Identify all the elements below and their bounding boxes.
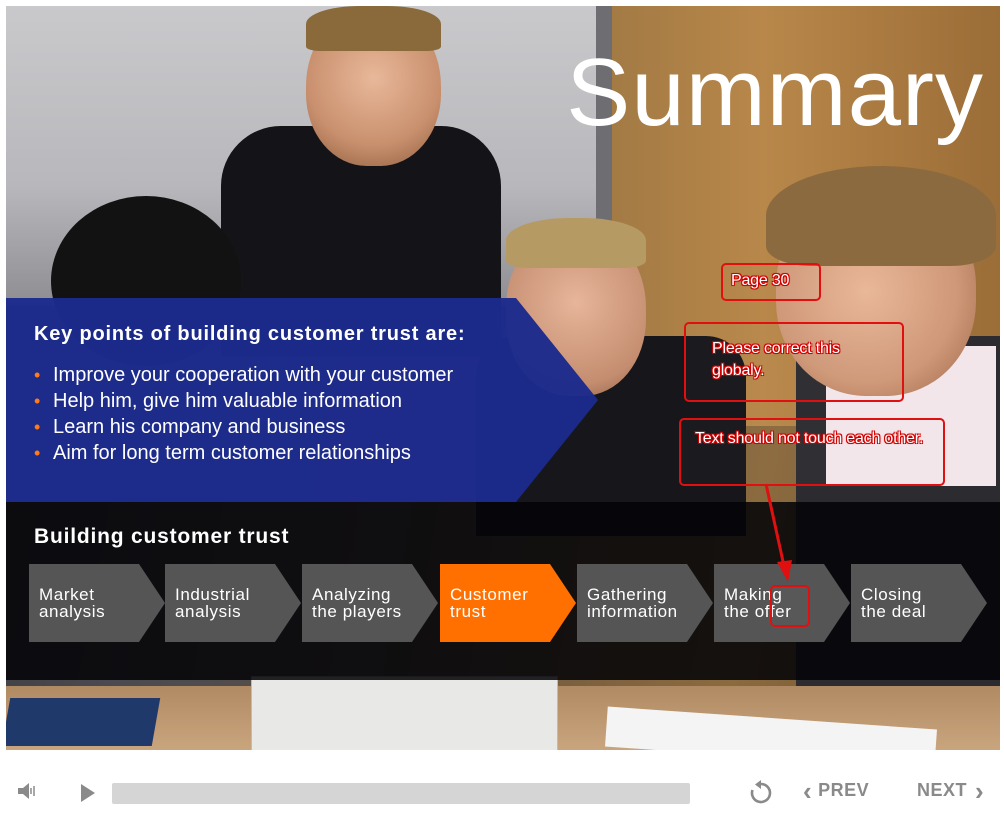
key-point-item: • Help him, give him valuable information (34, 390, 403, 412)
key-points-list: • Improve your cooperation with your cust… (34, 362, 453, 466)
annotation-spacing-note[interactable]: Text should not touch each other. (679, 418, 945, 486)
process-title: Building customer trust (34, 525, 290, 548)
replay-button[interactable] (748, 780, 774, 806)
chevron-left-icon: ‹ (803, 776, 813, 806)
annotation-highlight-box[interactable] (770, 585, 810, 627)
step-label: Customer trust (450, 585, 529, 621)
annotation-text: Please correct this globaly. (712, 340, 840, 379)
process-step-analyzing-players[interactable]: Analyzing the players (302, 564, 438, 642)
key-point-item: • Improve your cooperation with your cust… (34, 364, 454, 386)
next-label: NEXT (917, 780, 968, 800)
volume-button[interactable] (16, 780, 40, 802)
key-point-item: • Aim for long term customer relationship… (34, 442, 411, 464)
bullet-icon: • (34, 365, 41, 385)
photo-device (251, 676, 558, 750)
prev-button[interactable]: ‹ PREV (803, 778, 883, 806)
slide-title: Summary (566, 39, 984, 146)
progress-bar[interactable] (112, 783, 690, 804)
photo-folder (6, 698, 161, 746)
step-label: Gathering information (587, 585, 678, 621)
process-step-industrial-analysis[interactable]: Industrial analysis (165, 564, 301, 642)
player-controls: ‹ PREV NEXT › (0, 752, 1004, 816)
next-button[interactable]: NEXT › (917, 778, 997, 806)
play-button[interactable] (78, 782, 98, 804)
prev-label: PREV (818, 780, 870, 800)
annotation-global-note[interactable]: Please correct this globaly. (684, 322, 904, 402)
key-point-item: • Learn his company and business (34, 416, 346, 438)
step-label: Market analysis (39, 585, 106, 621)
chevron-right-icon: › (975, 776, 985, 806)
speaker-icon (18, 783, 35, 799)
slide: Summary Key points of building customer … (6, 6, 1000, 750)
key-points-heading: Key points of building customer trust ar… (34, 323, 466, 345)
annotation-text: Page 30 (731, 272, 790, 289)
process-step-market-analysis[interactable]: Market analysis (29, 564, 165, 642)
process-step-customer-trust[interactable]: Customer trust (440, 564, 576, 642)
bullet-icon: • (34, 391, 41, 411)
step-label: Closing the deal (861, 585, 927, 621)
annotation-page-note[interactable]: Page 30 (721, 263, 821, 301)
photo-person-center-hair (306, 6, 441, 51)
bullet-icon: • (34, 443, 41, 463)
photo-person-right-hair (766, 166, 996, 266)
replay-icon (750, 780, 772, 804)
play-icon (81, 784, 95, 802)
bullet-icon: • (34, 417, 41, 437)
process-step-gathering-information[interactable]: Gathering information (577, 564, 713, 642)
annotation-text: Text should not touch each other. (695, 430, 924, 447)
step-label: Analyzing the players (312, 585, 402, 621)
process-step-closing-deal[interactable]: Closing the deal (851, 564, 987, 642)
photo-person-middle-hair (506, 218, 646, 268)
step-label: Industrial analysis (175, 585, 250, 621)
